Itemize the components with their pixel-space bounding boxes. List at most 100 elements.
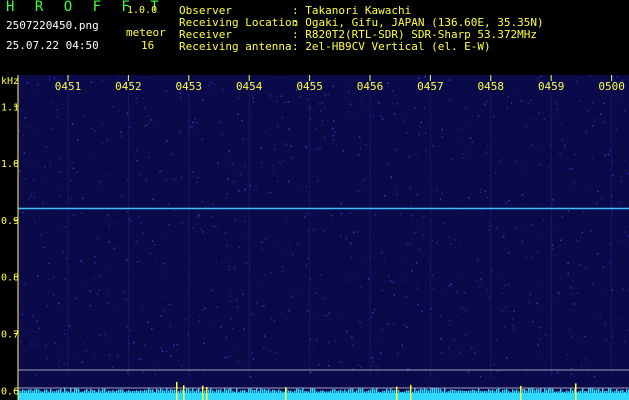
noise-dot	[128, 313, 131, 316]
baseline-noise	[124, 391, 126, 393]
noise-dot	[310, 200, 312, 203]
noise-dot	[344, 183, 346, 185]
noise-dot	[381, 118, 384, 120]
noise-dot	[357, 246, 360, 249]
noise-dot	[216, 217, 219, 220]
noise-dot	[76, 171, 79, 173]
noise-dot	[58, 112, 61, 115]
noise-dot	[514, 227, 517, 230]
baseline-noise	[144, 389, 146, 393]
noise-dot	[396, 102, 399, 104]
baseline-noise	[110, 391, 112, 393]
noise-dot	[47, 290, 50, 293]
noise-dot	[521, 240, 524, 242]
noise-dot	[424, 132, 427, 134]
noise-dot	[269, 134, 271, 136]
time-tick-label: 0500	[598, 80, 625, 93]
noise-dot	[573, 375, 576, 378]
noise-dot	[237, 252, 240, 254]
noise-dot	[540, 234, 543, 237]
noise-dot	[288, 79, 290, 81]
noise-dot	[570, 373, 572, 375]
noise-dot	[454, 265, 457, 267]
noise-dot	[430, 318, 433, 320]
noise-dot	[589, 256, 592, 258]
noise-dot	[619, 201, 622, 204]
noise-dot	[272, 172, 274, 175]
noise-dot	[226, 192, 228, 195]
baseline-noise	[480, 390, 482, 393]
noise-dot	[591, 125, 594, 127]
noise-dot	[271, 165, 274, 167]
baseline-noise	[260, 388, 262, 393]
noise-dot	[68, 325, 71, 327]
noise-dot	[216, 230, 219, 233]
noise-dot	[569, 286, 572, 289]
noise-dot	[396, 193, 398, 196]
noise-dot	[561, 139, 563, 141]
noise-dot	[77, 139, 79, 141]
noise-dot	[525, 164, 527, 166]
baseline-noise	[558, 391, 560, 393]
noise-dot	[434, 176, 437, 179]
noise-dot	[252, 101, 255, 103]
noise-dot	[541, 371, 543, 373]
baseline-noise	[228, 388, 230, 393]
noise-dot	[84, 244, 87, 247]
noise-dot	[180, 301, 182, 303]
noise-dot	[603, 188, 605, 190]
noise-dot	[192, 170, 194, 173]
noise-dot	[453, 339, 456, 341]
noise-dot	[30, 194, 32, 196]
noise-dot	[136, 149, 138, 152]
noise-dot	[285, 271, 287, 273]
noise-dot	[353, 231, 355, 234]
noise-dot	[224, 232, 227, 234]
noise-dot	[288, 309, 290, 312]
noise-dot	[108, 293, 110, 296]
baseline-noise	[304, 391, 306, 393]
meteor-spike	[183, 385, 185, 400]
noise-dot	[307, 257, 309, 260]
noise-dot	[268, 350, 271, 352]
noise-dot	[574, 189, 577, 192]
noise-dot	[543, 150, 545, 152]
noise-dot	[312, 349, 314, 351]
noise-dot	[461, 350, 464, 353]
noise-dot	[333, 344, 336, 347]
noise-dot	[135, 326, 138, 329]
baseline-noise	[154, 391, 156, 393]
noise-dot	[72, 214, 75, 216]
noise-dot	[605, 339, 607, 342]
noise-dot	[501, 310, 504, 312]
baseline-noise	[358, 388, 360, 393]
noise-dot	[123, 291, 126, 294]
noise-dot	[90, 127, 93, 130]
noise-dot	[396, 239, 398, 242]
noise-dot	[450, 158, 452, 161]
noise-dot	[238, 246, 240, 249]
noise-dot	[165, 149, 167, 151]
baseline-noise	[456, 390, 458, 393]
baseline-noise	[140, 390, 142, 393]
noise-dot	[503, 157, 505, 160]
noise-dot	[405, 295, 408, 298]
baseline-noise	[174, 389, 176, 393]
noise-dot	[48, 262, 51, 265]
noise-dot	[191, 311, 194, 314]
noise-dot	[458, 239, 461, 242]
noise-dot	[309, 338, 312, 340]
noise-dot	[524, 271, 527, 274]
noise-dot	[36, 320, 39, 323]
noise-dot	[276, 180, 279, 182]
noise-dot	[420, 310, 423, 312]
noise-dot	[466, 105, 469, 108]
noise-dot	[508, 199, 510, 202]
noise-dot	[360, 366, 363, 369]
baseline-noise	[96, 391, 98, 393]
noise-dot	[582, 211, 585, 213]
noise-dot	[92, 351, 95, 354]
noise-dot	[34, 128, 36, 130]
noise-dot	[227, 180, 229, 183]
noise-dot	[453, 246, 455, 249]
